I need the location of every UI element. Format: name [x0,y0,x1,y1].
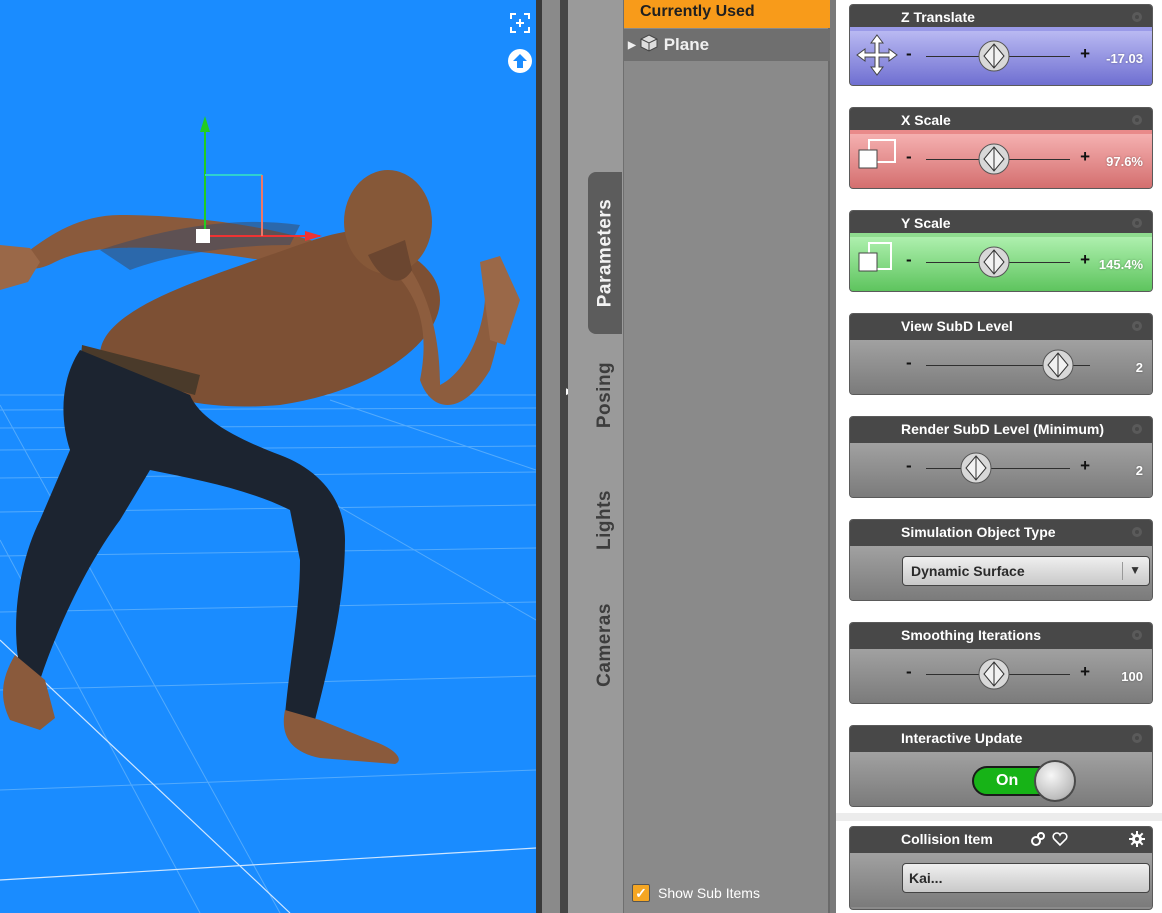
tab-lights[interactable]: Lights [588,470,622,570]
currently-used-header[interactable]: Currently Used [624,0,830,28]
param-label: Y Scale [901,215,951,231]
param-x-scale: X Scale - + 97.6% [849,107,1153,189]
param-value[interactable]: -17.03 [1106,51,1143,66]
toggle-state: On [996,772,1019,789]
param-label: Collision Item [901,831,993,847]
z-translate-slider[interactable]: - + [906,37,1090,75]
scale-icon [858,139,896,169]
scene-node-list: Currently Used ▶ Plane ✓ Show Sub Items [624,0,830,913]
favorite-heart-icon[interactable] [1052,831,1068,847]
viewport-scene [0,116,536,913]
move-arrows-icon [856,34,898,76]
gear-icon[interactable] [1129,524,1145,540]
show-sub-items-label: Show Sub Items [658,885,760,901]
toggle-knob[interactable] [1034,760,1076,802]
param-simulation-object-type: Simulation Object Type Dynamic Surface ▼ [849,519,1153,601]
param-render-subd-level: Render SubD Level (Minimum) - + 2 [849,416,1153,498]
show-sub-items-checkbox[interactable]: ✓ [632,884,650,902]
param-smoothing-iterations: Smoothing Iterations - + 100 [849,622,1153,704]
param-label: View SubD Level [901,318,1013,334]
view-subd-slider[interactable]: - [906,346,1090,384]
param-value[interactable]: 100 [1121,669,1143,684]
simulation-object-type-dropdown[interactable]: Dynamic Surface ▼ [902,556,1150,586]
render-subd-slider[interactable]: - + [906,449,1090,487]
collision-item-value: Kai... [909,870,943,886]
param-label: Smoothing Iterations [901,627,1041,643]
slider-knob[interactable] [977,245,1011,279]
show-sub-items[interactable]: ✓ Show Sub Items [632,884,760,902]
dropdown-arrow-icon: ▼ [1129,563,1141,577]
scale-icon [858,242,892,272]
param-z-translate: Z Translate - + -17.03 [849,4,1153,86]
floor-axes [0,639,536,913]
param-value[interactable]: 145.4% [1099,257,1143,272]
frame-selection-icon[interactable] [507,10,533,36]
collision-item-selector[interactable]: Kai... [902,863,1150,893]
dropdown-value: Dynamic Surface [911,563,1025,579]
slider-knob[interactable] [977,657,1011,691]
parameter-panel: Z Translate - + -17.03 X Scale - + 97.6% Y… [836,0,1162,913]
param-label: Z Translate [901,9,975,25]
gear-icon[interactable] [1129,627,1145,643]
param-view-subd-level: View SubD Level - 2 [849,313,1153,395]
tab-posing[interactable]: Posing [588,345,622,445]
gear-icon[interactable] [1129,421,1145,437]
param-value[interactable]: 97.6% [1106,154,1143,169]
slider-knob[interactable] [959,451,993,485]
gear-icon[interactable] [1129,215,1145,231]
param-value[interactable]: 2 [1136,360,1143,375]
tab-parameters[interactable]: Parameters [588,172,622,334]
gear-icon[interactable] [1129,831,1145,847]
param-collision-item: Collision Item Kai... [849,826,1153,910]
viewport-divider[interactable] [536,0,568,913]
slider-knob[interactable] [1041,348,1075,382]
list-item-label: Plane [663,35,710,54]
3d-viewport[interactable] [0,0,536,913]
x-scale-slider[interactable]: - + [906,140,1090,178]
param-y-scale: Y Scale - + 145.4% [849,210,1153,292]
slider-knob[interactable] [977,142,1011,176]
y-scale-slider[interactable]: - + [906,243,1090,281]
param-label: Simulation Object Type [901,524,1056,540]
gear-icon[interactable] [1129,112,1145,128]
param-label: Interactive Update [901,730,1023,746]
character-figure [0,170,520,764]
orbit-up-icon[interactable] [507,48,533,74]
smoothing-iterations-slider[interactable]: - + [906,655,1090,693]
tab-cameras[interactable]: Cameras [588,590,622,700]
cube-icon [640,33,658,57]
vertical-tab-strip: Parameters Posing Lights Cameras [568,0,624,913]
param-interactive-update: Interactive Update On [849,725,1153,807]
slider-knob[interactable] [977,39,1011,73]
gear-icon[interactable] [1129,9,1145,25]
param-label: Render SubD Level (Minimum) [901,421,1105,437]
expand-triangle-icon[interactable]: ▶ [628,40,636,51]
param-label: X Scale [901,112,951,128]
link-icon[interactable] [1030,831,1046,847]
param-value[interactable]: 2 [1136,463,1143,478]
interactive-update-toggle[interactable]: On [972,758,1080,802]
gear-icon[interactable] [1129,318,1145,334]
gear-icon[interactable] [1129,730,1145,746]
list-item-plane[interactable]: ▶ Plane [624,29,830,61]
